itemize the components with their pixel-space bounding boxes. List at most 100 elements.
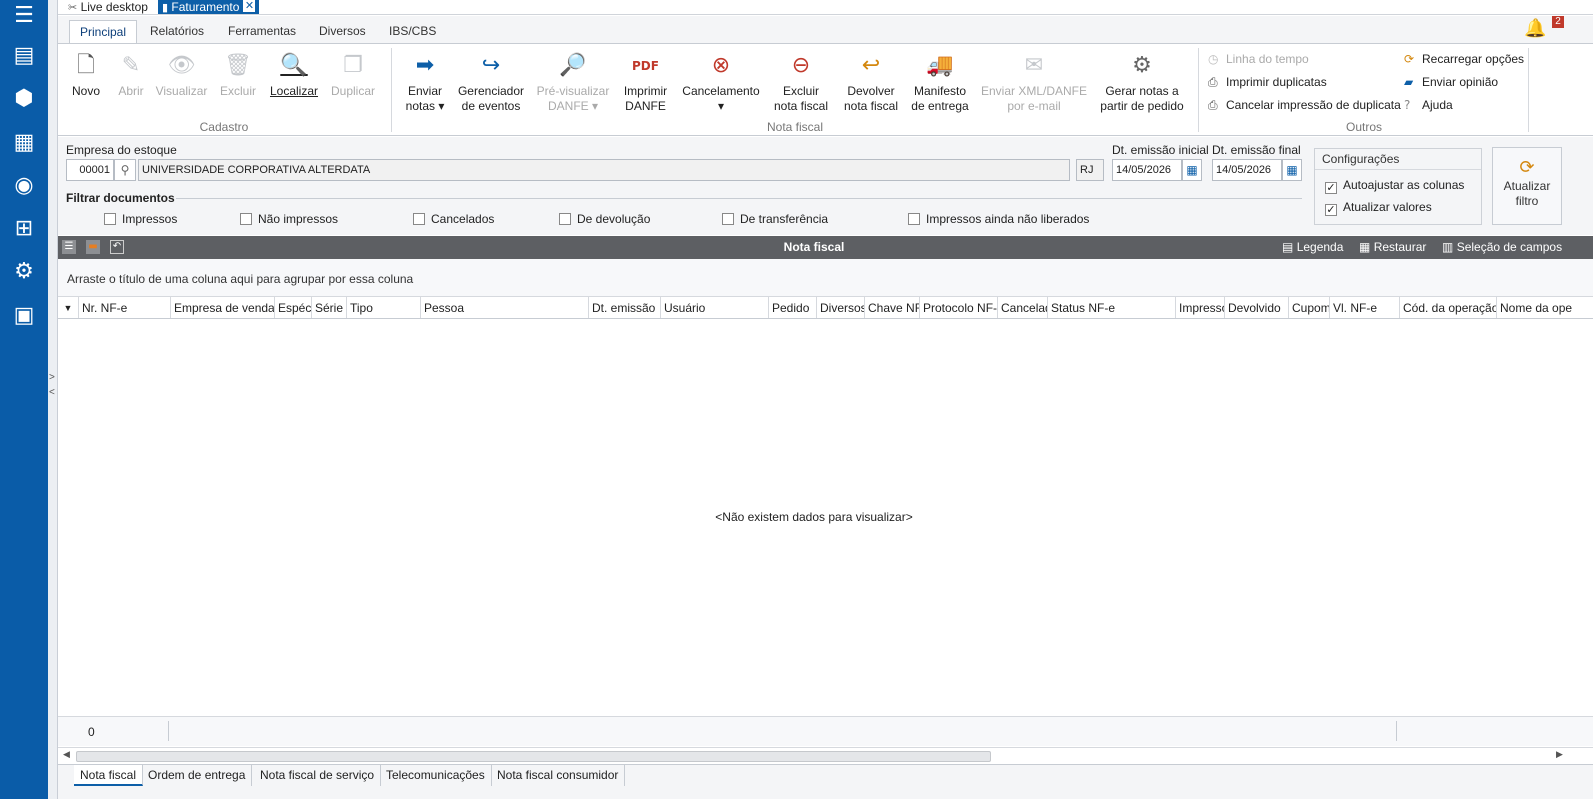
manifesto-entrega-button[interactable]: 🚚 Manifesto de entrega <box>910 52 970 114</box>
tab-relatorios[interactable]: Relatórios <box>140 20 214 43</box>
excluir-nota-fiscal-button[interactable]: ⊖ Excluir nota fiscal <box>771 52 831 114</box>
gerenciador-eventos-button[interactable]: ↪ Gerenciador de eventos <box>457 52 525 114</box>
tab-principal[interactable]: Principal <box>69 20 138 43</box>
column-header[interactable]: Tipo <box>347 297 421 318</box>
column-header[interactable]: Impresso <box>1176 297 1225 318</box>
recarregar-label: Recarregar opções <box>1422 52 1525 66</box>
de-devolucao-checkbox[interactable]: De devolução <box>559 212 650 226</box>
impressos-nao-liberados-checkbox[interactable]: Impressos ainda não liberados <box>908 212 1089 226</box>
ajuda-button[interactable]: ? Ajuda <box>1404 97 1453 113</box>
menu-icon[interactable]: ☰ <box>8 0 40 32</box>
autoajustar-checkbox[interactable]: ✓ Autoajustar as colunas <box>1325 178 1464 194</box>
apps-icon[interactable]: ▣ <box>8 300 40 332</box>
tab-ibs-cbs[interactable]: IBS/CBS <box>379 20 446 43</box>
scrollbar-thumb[interactable] <box>76 751 991 762</box>
atualizar-valores-checkbox[interactable]: ✓ Atualizar valores <box>1325 200 1432 216</box>
column-header[interactable]: Série <box>312 297 347 318</box>
settings-icon[interactable]: ⚙ <box>8 256 40 288</box>
novo-button[interactable]: 🗋 Novo <box>68 52 104 99</box>
column-header[interactable]: Cód. da operação <box>1400 297 1497 318</box>
calendar-icon[interactable]: ▦ <box>1282 159 1302 181</box>
pre-visualizar-danfe-button[interactable]: 🔎 Pré-visualizar DANFE ▾ <box>534 52 612 114</box>
horizontal-scrollbar[interactable]: ◀ ▶ <box>58 747 1593 764</box>
invoice-icon[interactable]: ▦ <box>8 127 40 159</box>
impressos-checkbox[interactable]: Impressos <box>104 212 177 226</box>
column-header[interactable]: Espéci <box>275 297 312 318</box>
column-header[interactable]: Dt. emissão <box>589 297 661 318</box>
column-header[interactable]: Pessoa <box>421 297 589 318</box>
sidebar-splitter[interactable]: > < <box>48 0 58 799</box>
scroll-left-icon[interactable]: ◀ <box>63 750 70 760</box>
boxes-icon[interactable]: ⬢ <box>8 83 40 115</box>
column-header[interactable]: Chave NF <box>865 297 920 318</box>
cancelados-checkbox[interactable]: Cancelados <box>413 212 494 226</box>
nao-impressos-checkbox[interactable]: Não impressos <box>240 212 338 226</box>
group-by-area[interactable]: Arraste o título de uma coluna aqui para… <box>58 259 1593 297</box>
gerar-notas-pedido-button[interactable]: ⚙ Gerar notas a partir de pedido <box>1094 52 1190 114</box>
excluir-button[interactable]: 🗑 Excluir <box>218 52 258 99</box>
grid-body[interactable]: <Não existem dados para visualizar> <box>58 320 1593 716</box>
tab-nota-fiscal[interactable]: Nota fiscal <box>74 765 144 786</box>
enviar-notas-button[interactable]: ➡ Enviar notas ▾ <box>400 52 450 114</box>
column-header[interactable]: Nr. NF-e <box>79 297 171 318</box>
grid-title-bar: ☰ ▬ ↶ Nota fiscal ▤ Legenda ▦ Restaurar … <box>58 236 1593 259</box>
tab-telecomunicacoes[interactable]: Telecomunicações <box>380 765 492 786</box>
scroll-right-icon[interactable]: ▶ <box>1556 750 1563 760</box>
calendar-icon[interactable]: ▦ <box>1182 159 1202 181</box>
coins-icon[interactable]: ◉ <box>8 170 40 202</box>
column-header[interactable]: Usuário <box>661 297 769 318</box>
linha-do-tempo-button[interactable]: ◷ Linha do tempo <box>1208 51 1309 67</box>
column-header[interactable]: Nome da ope <box>1497 297 1593 318</box>
enviar-opiniao-button[interactable]: ▰ Enviar opinião <box>1404 74 1498 90</box>
recarregar-opcoes-button[interactable]: ⟳ Recarregar opções <box>1404 51 1524 67</box>
column-chooser-icon[interactable]: ▼ <box>58 297 79 318</box>
tab-diversos[interactable]: Diversos <box>309 20 376 43</box>
de-transferencia-checkbox[interactable]: De transferência <box>722 212 828 226</box>
enviar-xml-danfe-button[interactable]: ✉ Enviar XML/DANFE por e-mail <box>980 52 1088 114</box>
empty-message: <Não existem dados para visualizar> <box>715 510 913 524</box>
abrir-button[interactable]: ✎ Abrir <box>113 52 149 99</box>
column-header[interactable]: Pedido <box>769 297 817 318</box>
legenda-button[interactable]: ▤ Legenda <box>1282 236 1343 259</box>
tab-nota-fiscal-consumidor[interactable]: Nota fiscal consumidor <box>491 765 626 786</box>
column-header[interactable]: Devolvido <box>1225 297 1289 318</box>
cancel-print-icon: ⎙ <box>1208 98 1218 112</box>
selecao-campos-button[interactable]: ▥ Seleção de campos <box>1442 236 1562 259</box>
de-devolucao-label: De devolução <box>577 212 651 226</box>
abrir-label: Abrir <box>118 84 144 98</box>
devolver-nota-fiscal-button[interactable]: ↩ Devolver nota fiscal <box>841 52 901 114</box>
close-icon[interactable]: ✕ <box>243 0 256 12</box>
tab-ordem-de-entrega[interactable]: Ordem de entrega <box>142 765 253 786</box>
search-icon[interactable]: ⚲ <box>114 159 136 181</box>
events-icon: ↪ <box>481 53 501 78</box>
notification-bell-icon[interactable]: 🔔 <box>1524 18 1546 39</box>
hierarchy-icon[interactable]: ⊞ <box>8 213 40 245</box>
divider <box>168 721 169 741</box>
column-header[interactable]: Cupom <box>1289 297 1330 318</box>
duplicar-button[interactable]: ❐ Duplicar <box>328 52 378 99</box>
column-header[interactable]: Status NF-e <box>1048 297 1176 318</box>
dt-final-input[interactable]: 14/05/2026 <box>1212 159 1282 181</box>
cancelamento-button[interactable]: ⊗ Cancelamento ▾ <box>680 52 762 114</box>
contacts-icon[interactable]: ▤ <box>8 40 40 72</box>
imprimir-danfe-button[interactable]: PDF Imprimir DANFE <box>618 52 673 114</box>
visualizar-button[interactable]: 👁 Visualizar <box>154 52 209 99</box>
empresa-code-input[interactable]: 00001 <box>66 159 114 181</box>
column-header[interactable]: Cancelad <box>998 297 1048 318</box>
tab-nota-fiscal-servico[interactable]: Nota fiscal de serviço <box>254 765 382 786</box>
atualizar-filtro-button[interactable]: ⟳ Atualizar filtro <box>1492 147 1562 225</box>
tab-ferramentas[interactable]: Ferramentas <box>218 20 306 43</box>
restaurar-button[interactable]: ▦ Restaurar <box>1359 236 1426 259</box>
collapse-toggle-icon[interactable]: > < <box>49 370 55 400</box>
imprimir-duplicatas-label: Imprimir duplicatas <box>1226 75 1327 89</box>
column-header[interactable]: Empresa de venda <box>171 297 275 318</box>
localizar-button[interactable]: 🔍 Localizar <box>268 52 320 99</box>
tab-faturamento[interactable]: ▮ Faturamento ✕ <box>158 0 260 14</box>
cancelar-impressao-duplicata-button[interactable]: ⎙ Cancelar impressão de duplicata <box>1208 97 1401 113</box>
dt-inicial-input[interactable]: 14/05/2026 <box>1112 159 1182 181</box>
imprimir-duplicatas-button[interactable]: ⎙ Imprimir duplicatas <box>1208 74 1327 90</box>
column-header[interactable]: Diversos <box>817 297 865 318</box>
tab-live-desktop[interactable]: ✂ Live desktop <box>68 0 148 14</box>
column-header[interactable]: Protocolo NF- <box>920 297 998 318</box>
column-header[interactable]: Vl. NF-e <box>1330 297 1400 318</box>
